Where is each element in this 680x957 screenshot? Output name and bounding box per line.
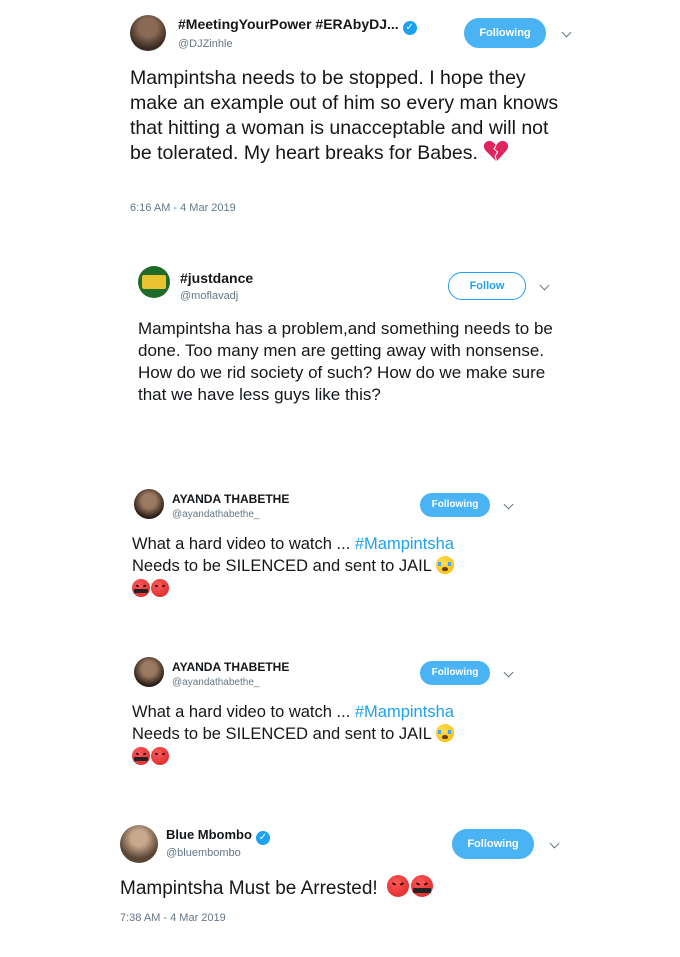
display-name[interactable]: #MeetingYourPower #ERAbyDJ... ✓ [178,16,417,35]
following-button[interactable]: Following [420,661,490,685]
verified-badge-icon: ✓ [402,21,417,35]
chevron-down-icon[interactable] [539,280,550,291]
follow-button[interactable]: Follow [448,272,526,300]
avatar[interactable] [120,825,158,863]
avatar[interactable] [130,15,166,51]
tweet-text: Mampintsha Must be Arrested! [120,875,560,901]
crying-face-icon [435,556,454,575]
tweet-text: What a hard video to watch ... #Mampints… [132,533,552,600]
angry-face-icon [386,875,409,897]
angry-face-icon [151,578,169,597]
timestamp[interactable]: 7:38 AM - 4 Mar 2019 [120,912,226,924]
tweet-3: AYANDA THABETHE @ayandathabethe_ Followi… [0,485,680,615]
user-handle[interactable]: @ayandathabethe_ [172,677,259,688]
symbols-mask-icon [133,757,149,762]
display-name[interactable]: Blue Mbombo ✓ [166,827,270,845]
hashtag-link[interactable]: #Mampintsha [355,703,454,721]
hashtag-link[interactable]: #Mampintsha [355,535,454,553]
display-name[interactable]: #justdance [180,270,253,286]
tweet-text: What a hard video to watch ... #Mampints… [132,701,552,768]
following-button[interactable]: Following [452,829,534,859]
chevron-down-icon[interactable] [503,499,514,510]
display-name[interactable]: AYANDA THABETHE [172,660,289,674]
cursing-face-icon [132,746,150,765]
chevron-down-icon[interactable] [549,838,560,849]
symbols-mask-icon [133,589,149,594]
tweet-text: Mampintsha has a problem,and something n… [138,319,553,405]
symbols-mask-icon [413,888,431,894]
user-handle[interactable]: @ayandathabethe_ [172,509,259,520]
tweet-1: #MeetingYourPower #ERAbyDJ... ✓ @DJZinhle… [0,0,680,230]
avatar[interactable] [134,489,164,519]
tweet-text: Mampintsha needs to be stopped. I hope t… [130,67,559,165]
angry-face-icon [151,746,169,765]
user-handle[interactable]: @moflavadj [180,290,238,302]
display-name[interactable]: AYANDA THABETHE [172,492,289,506]
user-handle[interactable]: @DJZinhle [178,38,233,50]
broken-heart-icon [483,140,509,162]
following-button[interactable]: Following [420,493,490,517]
verified-badge-icon: ✓ [255,831,270,845]
tweet-5: Blue Mbombo ✓ @bluembombo Following Mampi… [0,815,680,945]
following-button[interactable]: Following [464,18,546,48]
tweet-2: #justdance @moflavadj Follow Mampintsha … [0,260,680,460]
avatar[interactable] [138,266,170,298]
cursing-face-icon [132,578,150,597]
crying-face-icon [435,724,454,743]
avatar-logo-icon [142,275,166,289]
cursing-face-icon [410,875,433,897]
user-handle[interactable]: @bluembombo [166,847,241,859]
chevron-down-icon[interactable] [561,27,572,38]
avatar[interactable] [134,657,164,687]
chevron-down-icon[interactable] [503,667,514,678]
tweet-4: AYANDA THABETHE @ayandathabethe_ Followi… [0,653,680,783]
timestamp[interactable]: 6:16 AM - 4 Mar 2019 [130,202,236,214]
